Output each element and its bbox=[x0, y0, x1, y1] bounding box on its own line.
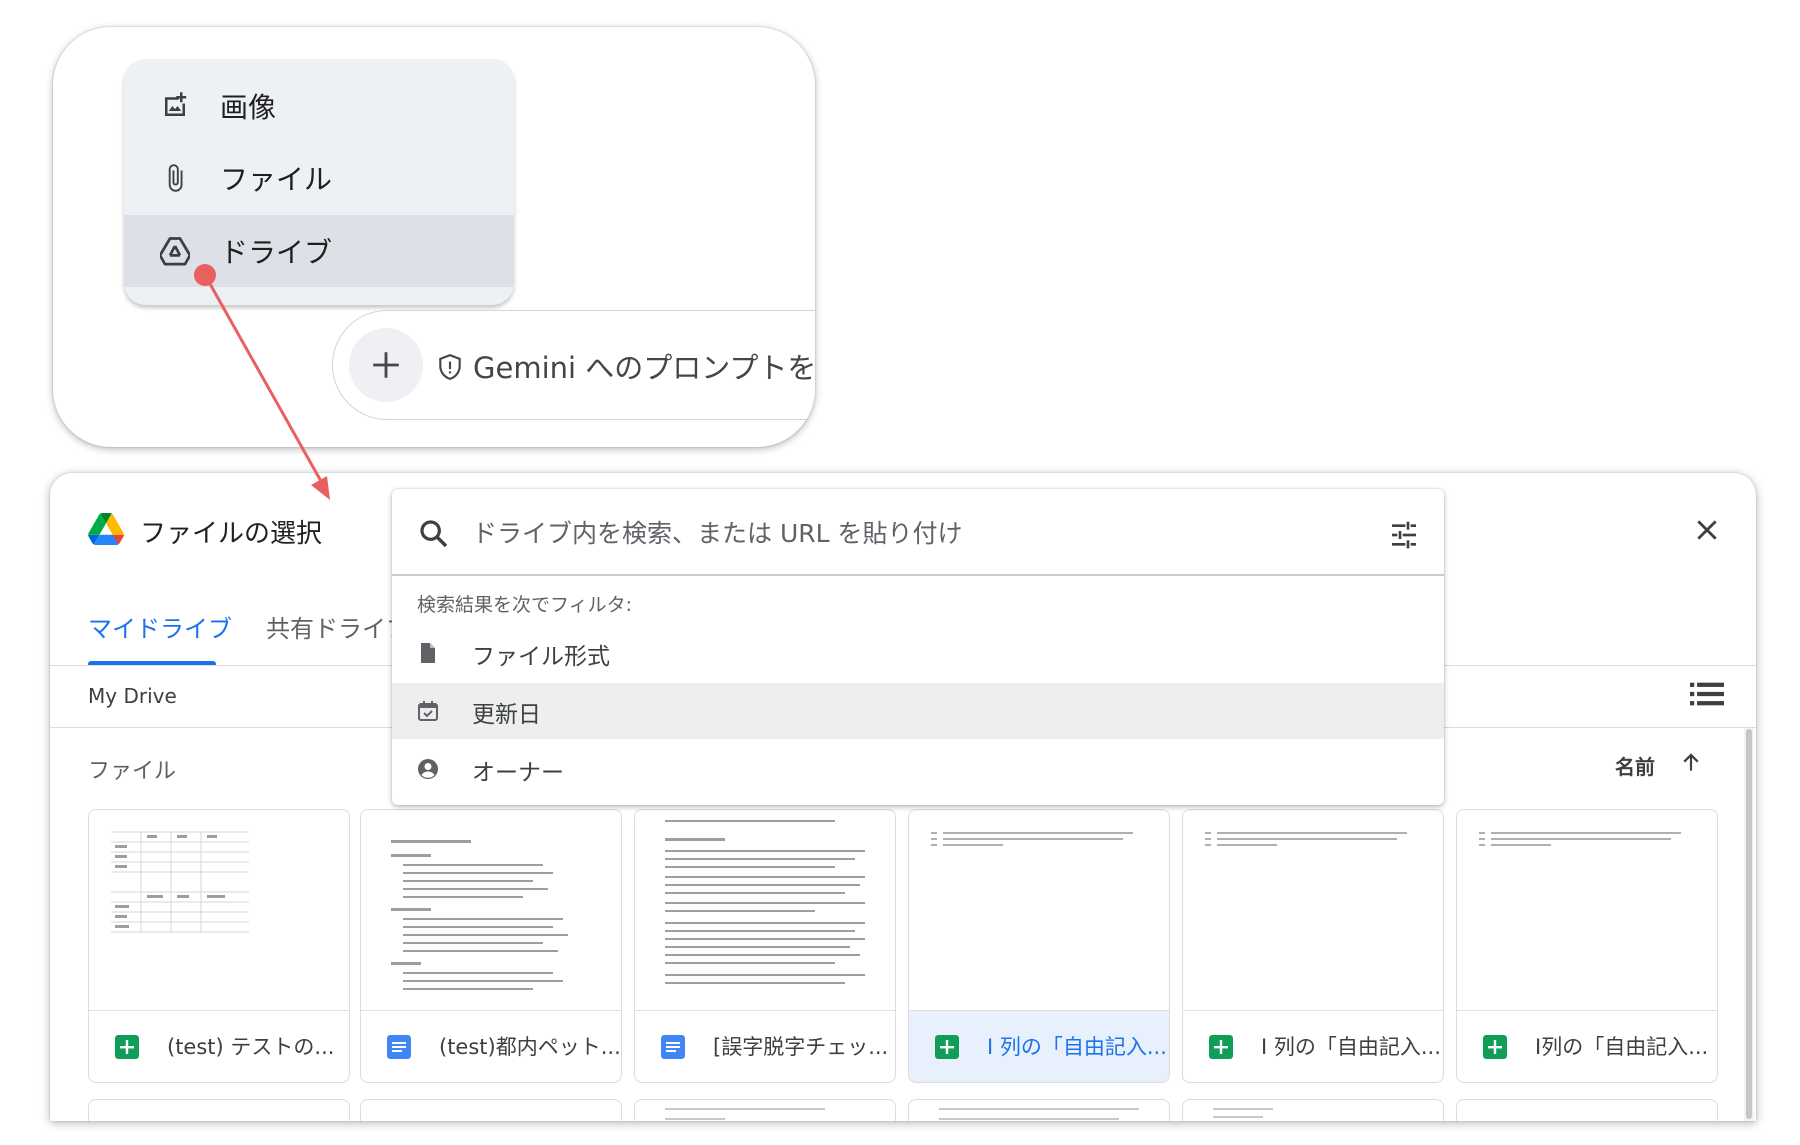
file-name-row: [誤字脱字チェッ... bbox=[635, 1011, 895, 1082]
add-button[interactable] bbox=[349, 328, 423, 402]
menu-item-image[interactable]: 画像 bbox=[124, 71, 514, 141]
file-name: I 列の「自由記入... bbox=[987, 1035, 1167, 1059]
shield-icon bbox=[439, 353, 461, 380]
arrow-up-icon[interactable] bbox=[1678, 749, 1704, 775]
file-card[interactable] bbox=[1182, 1099, 1444, 1121]
file-name-row: I 列の「自由記入... bbox=[909, 1011, 1169, 1082]
google-drive-logo bbox=[88, 513, 124, 545]
file-card[interactable]: (test)都内ペット... bbox=[360, 809, 622, 1083]
list-view-icon[interactable] bbox=[1690, 679, 1724, 709]
tab-my-drive[interactable]: マイドライブ bbox=[88, 609, 232, 644]
tab-shared-drives[interactable]: 共有ドライブ bbox=[266, 609, 410, 644]
menu-item-label: ファイル bbox=[220, 163, 333, 196]
sheets-icon bbox=[115, 1035, 139, 1059]
file-thumbnail bbox=[909, 810, 1169, 1011]
breadcrumb[interactable]: My Drive bbox=[88, 684, 177, 708]
close-button[interactable] bbox=[1690, 513, 1724, 547]
file-thumbnail bbox=[1457, 810, 1717, 1011]
section-label: ファイル bbox=[88, 759, 177, 784]
attach-menu-card: 画像 ファイル ドライブ Gemini へのプロンプトを入 bbox=[53, 27, 815, 447]
add-image-icon bbox=[160, 91, 190, 121]
search-input[interactable] bbox=[472, 507, 1352, 559]
filter-owner[interactable]: オーナー bbox=[392, 741, 1444, 797]
sheets-icon bbox=[1483, 1035, 1507, 1059]
search-icon bbox=[420, 520, 448, 548]
divider bbox=[392, 574, 1444, 576]
search-panel: 検索結果を次でフィルタ: ファイル形式 更新日 オーナー bbox=[392, 489, 1444, 805]
file-thumbnail bbox=[361, 810, 621, 1011]
drive-icon bbox=[160, 236, 190, 266]
prompt-bar[interactable]: Gemini へのプロンプトを入 bbox=[332, 310, 815, 420]
tune-icon[interactable] bbox=[1388, 519, 1420, 551]
file-name-row: (test) テストの... bbox=[89, 1011, 349, 1082]
menu-item-label: 画像 bbox=[220, 91, 277, 124]
docs-icon bbox=[387, 1035, 411, 1059]
file-name: I列の「自由記入... bbox=[1535, 1035, 1709, 1059]
scrollbar-thumb[interactable] bbox=[1746, 729, 1752, 1119]
filter-label: 更新日 bbox=[472, 702, 541, 728]
sort-by-name[interactable]: 名前 bbox=[1615, 751, 1655, 780]
file-icon bbox=[421, 643, 435, 663]
file-name-row: I列の「自由記入... bbox=[1457, 1011, 1717, 1082]
file-thumbnail bbox=[635, 810, 895, 1011]
file-name-row: (test)都内ペット... bbox=[361, 1011, 621, 1082]
file-name: (test)都内ペット... bbox=[439, 1035, 621, 1059]
file-name-row: I 列の「自由記入... bbox=[1183, 1011, 1443, 1082]
file-card[interactable]: I列の「自由記入... bbox=[1456, 809, 1718, 1083]
filter-label: オーナー bbox=[472, 760, 564, 786]
file-name: [誤字脱字チェッ... bbox=[713, 1035, 889, 1059]
docs-icon bbox=[661, 1035, 685, 1059]
filter-modified-date[interactable]: 更新日 bbox=[392, 683, 1444, 739]
sheets-icon bbox=[935, 1035, 959, 1059]
calendar-check-icon bbox=[418, 701, 438, 721]
file-card[interactable] bbox=[360, 1099, 622, 1121]
menu-item-label: ドライブ bbox=[220, 236, 333, 269]
file-card[interactable] bbox=[634, 1099, 896, 1121]
file-name: (test) テストの... bbox=[167, 1035, 335, 1059]
file-card[interactable]: [誤字脱字チェッ... bbox=[634, 809, 896, 1083]
file-card[interactable]: (test) テストの... bbox=[88, 809, 350, 1083]
file-card[interactable]: I 列の「自由記入... bbox=[908, 809, 1170, 1083]
menu-item-drive[interactable]: ドライブ bbox=[124, 215, 514, 287]
paperclip-icon bbox=[160, 163, 190, 193]
dialog-title: ファイルの選択 bbox=[140, 519, 323, 549]
close-icon bbox=[1697, 520, 1717, 540]
file-thumbnail bbox=[89, 810, 349, 1011]
menu-item-file[interactable]: ファイル bbox=[124, 143, 514, 213]
prompt-placeholder: Gemini へのプロンプトを入 bbox=[473, 351, 815, 385]
account-circle-icon bbox=[418, 759, 438, 779]
plus-icon bbox=[373, 352, 399, 378]
file-card[interactable]: I 列の「自由記入... bbox=[1182, 809, 1444, 1083]
file-name: I 列の「自由記入... bbox=[1261, 1035, 1441, 1059]
filter-heading: 検索結果を次でフィルタ: bbox=[417, 594, 633, 616]
file-card[interactable] bbox=[1456, 1099, 1718, 1121]
file-card[interactable] bbox=[88, 1099, 350, 1121]
filter-file-type[interactable]: ファイル形式 bbox=[392, 625, 1444, 681]
sheets-icon bbox=[1209, 1035, 1233, 1059]
file-card[interactable] bbox=[908, 1099, 1170, 1121]
filter-label: ファイル形式 bbox=[472, 644, 610, 670]
file-thumbnail bbox=[1183, 810, 1443, 1011]
attach-menu: 画像 ファイル ドライブ bbox=[124, 59, 514, 305]
